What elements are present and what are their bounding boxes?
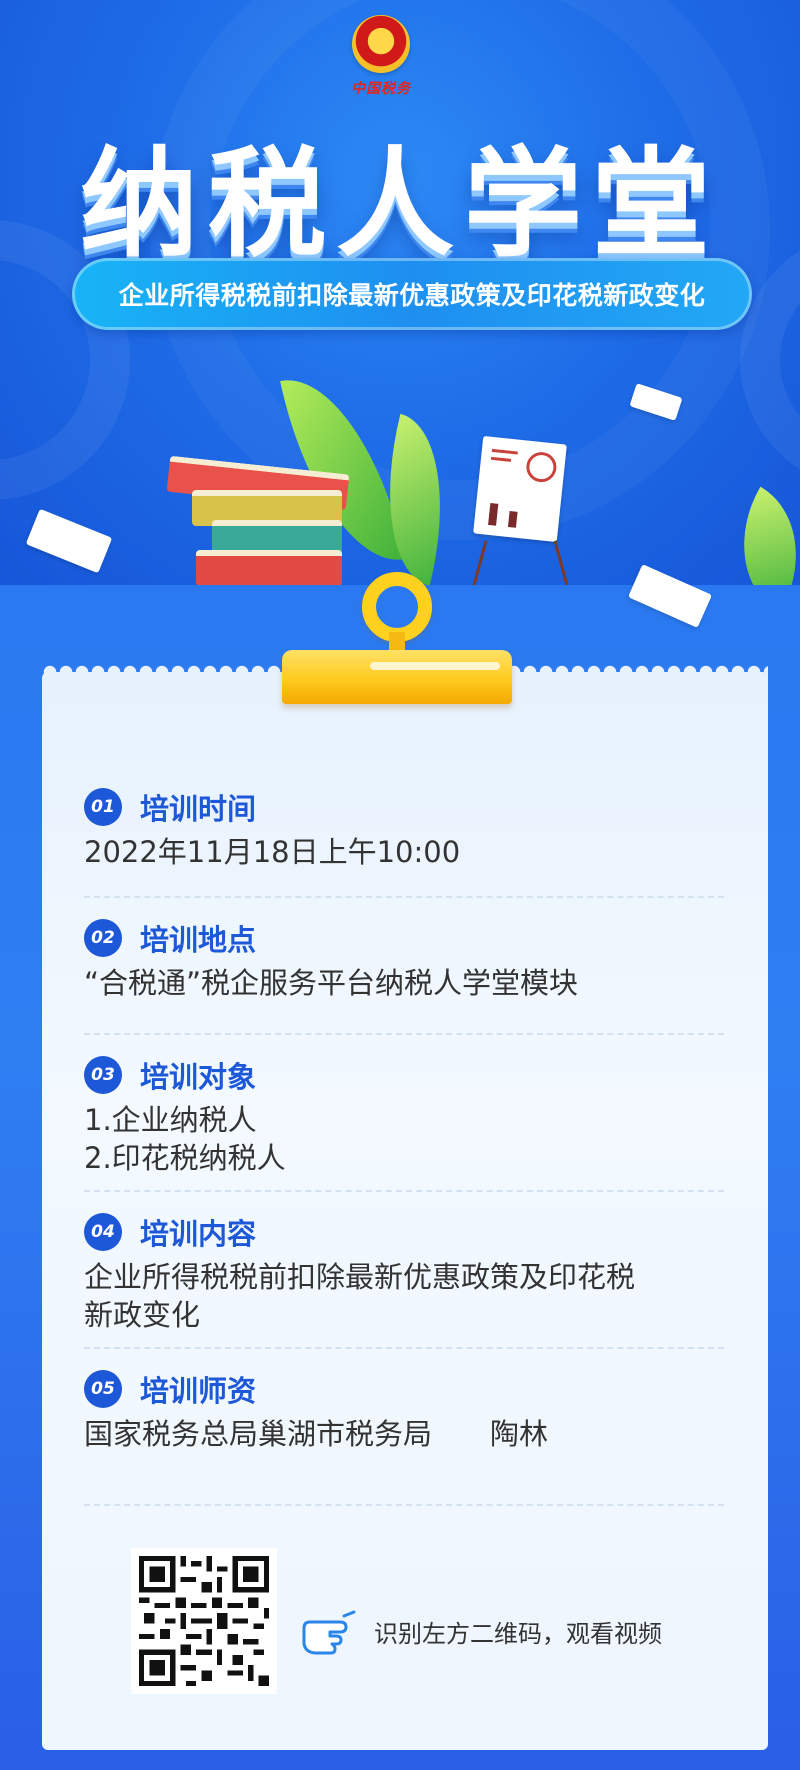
section-training-location: 02 培训地点 “合税通”税企服务平台纳税人学堂模块 [84, 916, 724, 1002]
subtitle-text: 企业所得税税前扣除最新优惠政策及印花税新政变化 [118, 281, 706, 310]
section-number-badge: 01 [84, 788, 122, 826]
section-training-content: 04 培训内容 企业所得税税前扣除最新优惠政策及印花税 新政变化 [84, 1210, 724, 1334]
section-number-badge: 04 [84, 1213, 122, 1251]
section-title: 培训对象 [140, 1060, 257, 1094]
section-title: 培训时间 [140, 792, 257, 826]
section-body-line: 国家税务总局巢湖市税务局 陶林 [84, 1417, 549, 1451]
divider [84, 1190, 724, 1192]
divider [84, 1347, 724, 1349]
pointing-hand-icon [300, 1608, 360, 1658]
section-number-badge: 03 [84, 1056, 122, 1094]
divider [84, 1033, 724, 1035]
paper-icon [25, 508, 113, 574]
section-body-line: 2.印花税纳税人 [84, 1141, 286, 1175]
section-body-line: 企业所得税税前扣除最新优惠政策及印花税 [84, 1260, 636, 1294]
qr-code-icon[interactable] [131, 1548, 277, 1694]
emblem-text: 中国税务 [351, 81, 411, 97]
section-title: 培训师资 [140, 1374, 257, 1408]
section-body-line: 2022年11月18日上午10:00 [84, 835, 461, 869]
section-training-audience: 03 培训对象 1.企业纳税人 2.印花税纳税人 [84, 1053, 724, 1177]
section-body-line: 1.企业纳税人 [84, 1103, 257, 1137]
divider [84, 1504, 724, 1506]
section-training-time: 01 培训时间 2022年11月18日上午10:00 [84, 785, 724, 871]
divider [84, 896, 724, 898]
section-body-line: “合税通”税企服务平台纳税人学堂模块 [84, 966, 579, 1000]
section-number-badge: 02 [84, 919, 122, 957]
tax-emblem-icon [352, 15, 410, 73]
page-title: 纳税人学堂 [79, 135, 720, 273]
qr-instruction-text: 识别左方二维码，观看视频 [374, 1620, 662, 1648]
section-number-badge: 05 [84, 1370, 122, 1408]
subtitle-banner: 企业所得税税前扣除最新优惠政策及印花税新政变化 [72, 258, 752, 330]
section-trainer: 05 培训师资 国家税务总局巢湖市税务局 陶林 [84, 1367, 724, 1453]
section-title: 培训地点 [140, 923, 257, 957]
hero-banner: 中国税务 纳税人学堂 企业所得税税前扣除最新优惠政策及印花税新政变化 [0, 0, 800, 585]
section-body-line: 新政变化 [84, 1298, 201, 1332]
section-title: 培训内容 [140, 1217, 257, 1251]
